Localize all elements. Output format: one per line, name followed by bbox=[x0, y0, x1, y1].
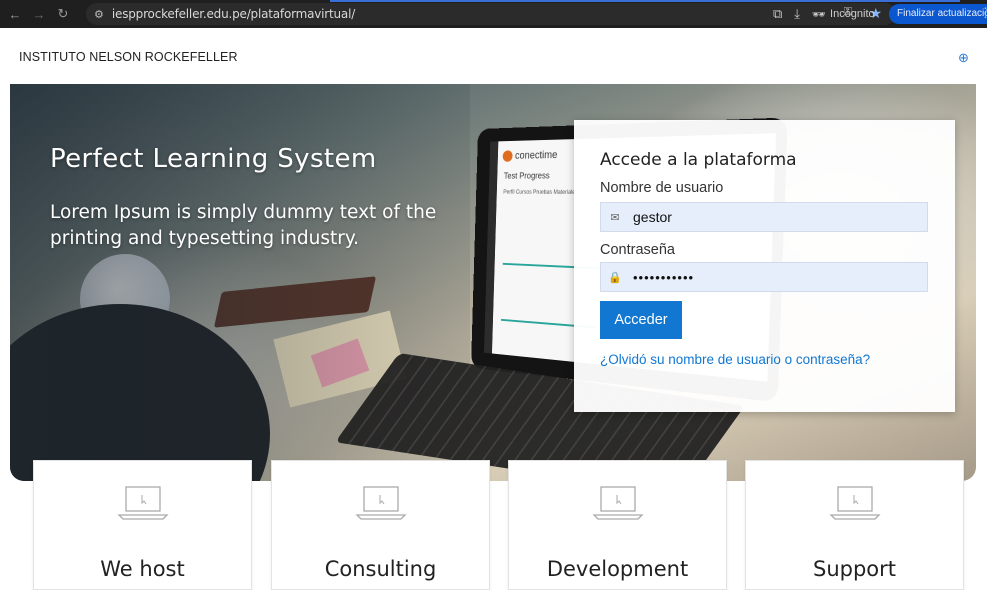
password-label: Contraseña bbox=[600, 242, 675, 258]
download-icon[interactable]: ⤓ bbox=[794, 6, 800, 22]
password-field[interactable]: 🔒 ••••••••••• bbox=[600, 262, 928, 292]
feature-card-consulting[interactable]: Consulting bbox=[271, 460, 490, 590]
laptop-icon bbox=[355, 486, 407, 520]
password-value[interactable]: ••••••••••• bbox=[629, 270, 694, 285]
lock-icon: 🔒 bbox=[608, 271, 622, 284]
laptop-brand: conectime bbox=[502, 149, 558, 162]
incognito-icon: 🕶 bbox=[812, 8, 827, 21]
feature-card-support[interactable]: Support bbox=[745, 460, 964, 590]
incognito-indicator[interactable]: 🕶 Incógnito bbox=[812, 8, 875, 21]
laptop-tabs: Perfil Cursos Pruebas Materiales bbox=[503, 189, 578, 196]
feature-title: Consulting bbox=[324, 557, 437, 581]
extensions-icon[interactable]: ⧉ bbox=[773, 6, 782, 22]
forward-icon[interactable]: → bbox=[30, 7, 48, 22]
feature-title: We host bbox=[100, 557, 185, 581]
url-text[interactable]: iespprockefeller.edu.pe/plataformavirtua… bbox=[112, 7, 355, 21]
laptop-icon bbox=[829, 486, 881, 520]
site-title[interactable]: INSTITUTO NELSON ROCKEFELLER bbox=[19, 50, 238, 64]
login-card: Accede a la plataforma Nombre de usuario… bbox=[574, 120, 955, 412]
username-value[interactable]: gestor bbox=[629, 209, 672, 225]
hero-subtitle: Lorem Ipsum is simply dummy text of the … bbox=[50, 202, 437, 249]
site-header: INSTITUTO NELSON ROCKEFELLER ⊕ bbox=[0, 28, 987, 84]
laptop-heading: Test Progress bbox=[503, 170, 550, 181]
login-heading: Accede a la plataforma bbox=[600, 150, 797, 170]
language-globe-icon[interactable]: ⊕ bbox=[958, 50, 969, 66]
site-settings-icon[interactable]: ⚙ bbox=[94, 8, 104, 21]
laptop-brand-text: conectime bbox=[514, 149, 558, 162]
menu-kebab-icon[interactable]: ⋮ bbox=[979, 5, 987, 21]
feature-card-development[interactable]: Development bbox=[508, 460, 727, 590]
forgot-credentials-link[interactable]: ¿Olvidó su nombre de usuario o contraseñ… bbox=[600, 352, 870, 367]
back-icon[interactable]: ← bbox=[6, 7, 24, 22]
laptop-icon bbox=[117, 486, 169, 520]
feature-title: Support bbox=[812, 557, 896, 581]
update-button[interactable]: Finalizar actualización bbox=[889, 4, 987, 24]
username-label: Nombre de usuario bbox=[600, 180, 724, 196]
username-field[interactable]: ✉ gestor bbox=[600, 202, 928, 232]
incognito-label: Incógnito bbox=[830, 8, 875, 20]
browser-toolbar: ← → ↻ ⚙ iespprockefeller.edu.pe/platafor… bbox=[0, 0, 987, 28]
feature-title: Development bbox=[546, 557, 689, 581]
reload-icon[interactable]: ↻ bbox=[54, 6, 72, 22]
login-submit-button[interactable]: Acceder bbox=[600, 301, 682, 339]
envelope-icon: ✉ bbox=[610, 211, 620, 224]
hero-title: Perfect Learning System bbox=[50, 144, 377, 174]
laptop-sidebar bbox=[484, 141, 499, 354]
feature-card-hosting[interactable]: We host bbox=[33, 460, 252, 590]
laptop-icon bbox=[592, 486, 644, 520]
